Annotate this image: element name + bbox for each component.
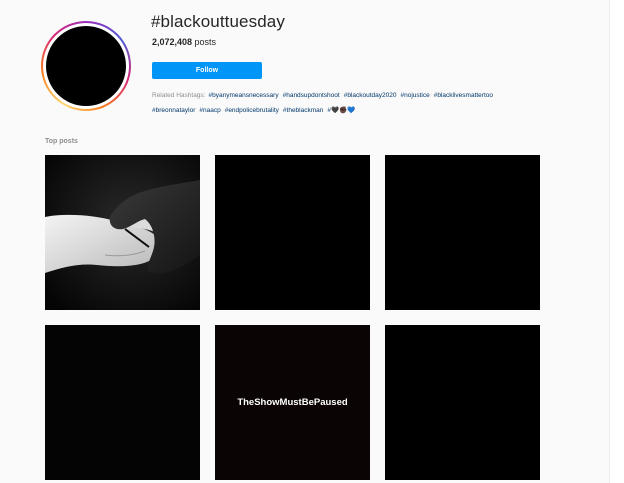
related-hashtag-link[interactable]: #🖤✊🏿💙 — [327, 107, 355, 114]
related-hashtag-link[interactable]: #endpolicebrutality — [225, 107, 279, 114]
follow-button[interactable]: Follow — [152, 62, 262, 79]
post-count-number: 2,072,408 — [152, 37, 193, 47]
related-hashtag-link[interactable]: #byanymeansnecessary — [208, 92, 278, 99]
related-hashtag-link[interactable]: #nojustice — [400, 92, 429, 99]
post-tile-the-show-must-be-paused[interactable]: TheShowMustBePaused — [215, 325, 370, 480]
window-edge — [609, 0, 624, 483]
related-hashtags: Related Hashtags: #byanymeansnecessary #ha… — [152, 88, 532, 118]
hashtag-page: #blackouttuesday 2,072,408 posts Follow … — [0, 0, 624, 483]
post-tile-black-square[interactable] — [385, 155, 540, 310]
post-tile-black-square[interactable] — [215, 155, 370, 310]
avatar-gap — [43, 23, 129, 109]
related-hashtag-link[interactable]: #blacklivesmattertoo — [434, 92, 493, 99]
related-hashtag-link[interactable]: #handsupdontshoot — [283, 92, 340, 99]
related-hashtag-link[interactable]: #theblackman — [283, 107, 323, 114]
related-hashtag-link[interactable]: #blackoutday2020 — [344, 92, 397, 99]
related-hashtags-label: Related Hashtags: — [152, 92, 206, 99]
post-tile-holding-hands[interactable] — [45, 155, 200, 310]
post-count: 2,072,408 posts — [152, 37, 216, 47]
hashtag-title: #blackouttuesday — [151, 12, 285, 31]
related-hashtag-link[interactable]: #naacp — [199, 107, 220, 114]
top-posts-heading: Top posts — [45, 138, 78, 145]
post-tile-black-square[interactable] — [45, 325, 200, 480]
hashtag-avatar — [46, 26, 126, 106]
holding-hands-image — [45, 155, 200, 310]
related-hashtag-link[interactable]: #breonnataylor — [152, 107, 195, 114]
post-caption-text: TheShowMustBePaused — [237, 397, 348, 408]
hashtag-avatar-ring[interactable] — [41, 21, 131, 111]
post-tile-black-square[interactable] — [385, 325, 540, 480]
post-count-suffix: posts — [192, 37, 217, 47]
